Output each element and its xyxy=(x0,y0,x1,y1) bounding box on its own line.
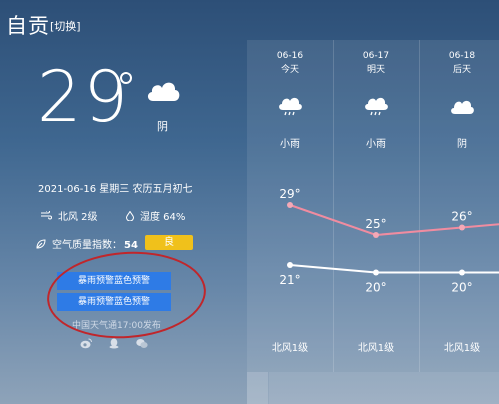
droplet-icon xyxy=(126,210,134,221)
forecast-date: 06-17 xyxy=(362,51,390,61)
forecast-condition: 阴 xyxy=(457,139,467,150)
forecast-wind: 北风1级 xyxy=(357,343,395,354)
forecast-wind: 北风1级 xyxy=(443,343,481,354)
scroll-strip xyxy=(247,372,268,404)
highlight-ellipse xyxy=(44,246,209,344)
wechat-icon[interactable] xyxy=(136,338,148,349)
forecast-day-3: 06-18 后天 xyxy=(432,50,492,76)
rain-cloud-icon xyxy=(279,97,302,116)
aqi-level-badge: 良 xyxy=(145,235,193,250)
city-name: 自贡 xyxy=(6,14,50,38)
scroll-strip xyxy=(269,372,499,404)
cloud-icon xyxy=(147,82,180,101)
aqi-value: 54 xyxy=(124,240,138,251)
humidity-info: 湿度 64% xyxy=(126,208,185,223)
wind-text: 北风 2级 xyxy=(58,212,98,223)
forecast-day-1: 06-16 今天 xyxy=(260,50,320,76)
weibo-icon[interactable] xyxy=(80,338,92,349)
forecast-day-name: 后天 xyxy=(452,65,471,75)
switch-city-link[interactable]: [切换] xyxy=(50,18,81,34)
column-divider xyxy=(419,40,420,372)
date-line: 2021-06-16 星期三 农历五月初七 xyxy=(38,184,193,195)
aqi-info: 空气质量指数： 54 xyxy=(36,236,138,251)
share-row xyxy=(80,338,148,349)
humidity-text: 湿度 64% xyxy=(140,212,186,223)
aqi-label: 空气质量指数： xyxy=(52,240,122,251)
column-divider xyxy=(333,40,334,372)
forecast-date: 06-18 xyxy=(448,51,476,61)
forecast-wind: 北风1级 xyxy=(271,343,309,354)
degree-symbol xyxy=(120,72,132,84)
current-condition: 阴 xyxy=(157,120,168,133)
wind-icon xyxy=(41,211,52,220)
leaf-icon xyxy=(36,238,46,249)
forecast-day-name: 明天 xyxy=(366,65,385,75)
forecast-condition: 小雨 xyxy=(280,139,300,150)
forecast-day-2: 06-17 明天 xyxy=(346,50,406,76)
forecast-date: 06-16 xyxy=(276,51,304,61)
wind-info: 北风 2级 xyxy=(41,208,98,223)
qq-icon[interactable] xyxy=(108,338,120,349)
forecast-condition: 小雨 xyxy=(366,139,386,150)
forecast-day-name: 今天 xyxy=(280,65,299,75)
cloud-icon xyxy=(451,100,474,114)
current-temperature: 29 xyxy=(37,56,131,138)
rain-cloud-icon xyxy=(365,97,388,116)
